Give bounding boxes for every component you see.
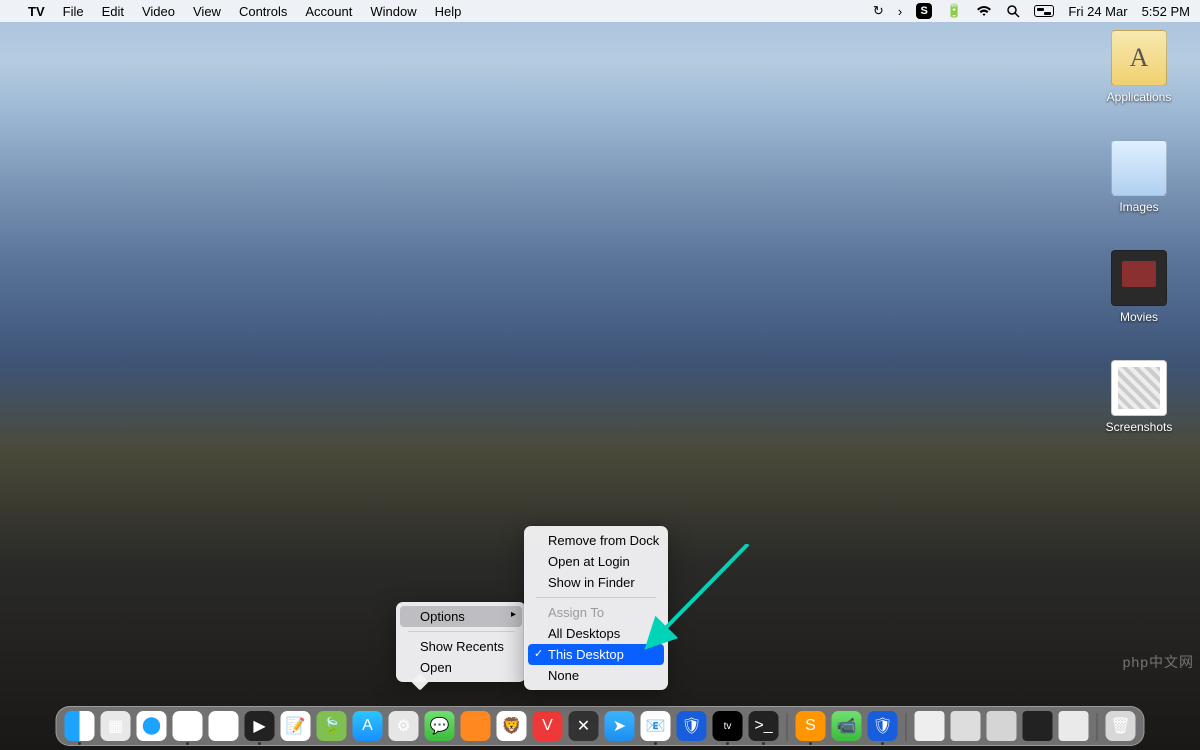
battery-icon[interactable]: 🔋 bbox=[946, 3, 962, 19]
ctx-heading-assign-to: Assign To bbox=[528, 602, 664, 623]
dock-messages[interactable]: 💬 bbox=[425, 711, 455, 741]
dock: ▦✉︎☰▶📝🍃A⚙︎💬🦁V✕➤📧🛡︎tv>_S📹🛡︎🗑︎ bbox=[56, 706, 1145, 746]
dock-reminders[interactable]: ☰ bbox=[209, 711, 239, 741]
dock-notes[interactable]: 📝 bbox=[281, 711, 311, 741]
dock-separator bbox=[787, 713, 788, 741]
dock-shield[interactable]: 🛡︎ bbox=[868, 711, 898, 741]
folder-icon bbox=[1111, 140, 1167, 196]
dock-context-menu: Options Show Recents Open bbox=[396, 602, 526, 682]
dock-appstore[interactable]: A bbox=[353, 711, 383, 741]
ctx-item-remove-from-dock[interactable]: Remove from Dock bbox=[528, 530, 664, 551]
dock-settings[interactable]: ⚙︎ bbox=[389, 711, 419, 741]
menu-account[interactable]: Account bbox=[305, 4, 352, 19]
menubar: TV File Edit Video View Controls Account… bbox=[0, 0, 1200, 22]
ctx-item-this-desktop[interactable]: This Desktop bbox=[528, 644, 664, 665]
dock-recent-4[interactable] bbox=[1023, 711, 1053, 741]
menu-help[interactable]: Help bbox=[435, 4, 462, 19]
dock-safari[interactable] bbox=[137, 711, 167, 741]
dock-tools[interactable]: ✕ bbox=[569, 711, 599, 741]
icon-label: Screenshots bbox=[1106, 420, 1173, 434]
dock-recent-1[interactable] bbox=[915, 711, 945, 741]
ctx-item-all-desktops[interactable]: All Desktops bbox=[528, 623, 664, 644]
desktop-icon-applications[interactable]: Applications bbox=[1107, 30, 1172, 104]
dock-brave[interactable]: 🦁 bbox=[497, 711, 527, 741]
spotlight-icon[interactable] bbox=[1006, 4, 1020, 18]
folder-icon bbox=[1111, 250, 1167, 306]
dock-recent-5[interactable] bbox=[1059, 711, 1089, 741]
desktop-icon-movies[interactable]: Movies bbox=[1111, 250, 1167, 324]
ctx-item-none[interactable]: None bbox=[528, 665, 664, 686]
watermark: php中文网 bbox=[1123, 652, 1194, 672]
ctx-item-open-at-login[interactable]: Open at Login bbox=[528, 551, 664, 572]
desktop-icon-screenshots[interactable]: Screenshots bbox=[1106, 360, 1173, 434]
ctx-item-show-in-finder[interactable]: Show in Finder bbox=[528, 572, 664, 593]
menu-edit[interactable]: Edit bbox=[102, 4, 124, 19]
app-s-icon[interactable]: S bbox=[916, 3, 932, 19]
ctx-item-options[interactable]: Options bbox=[400, 606, 522, 627]
menu-file[interactable]: File bbox=[63, 4, 84, 19]
folder-icon bbox=[1111, 360, 1167, 416]
dock-finder[interactable] bbox=[65, 711, 95, 741]
dock-sublime[interactable]: S bbox=[796, 711, 826, 741]
timemachine-icon[interactable]: ↻ bbox=[873, 3, 884, 19]
dock-separator bbox=[1097, 713, 1098, 741]
dock-telegram[interactable]: ➤ bbox=[605, 711, 635, 741]
desktop-icon-images[interactable]: Images bbox=[1111, 140, 1167, 214]
folder-icon bbox=[1111, 30, 1167, 86]
dock-recent-2[interactable] bbox=[951, 711, 981, 741]
dock-trash[interactable]: 🗑︎ bbox=[1106, 711, 1136, 741]
dock-firefox[interactable] bbox=[461, 711, 491, 741]
menu-video[interactable]: Video bbox=[142, 4, 175, 19]
icon-label: Movies bbox=[1120, 310, 1158, 324]
menu-view[interactable]: View bbox=[193, 4, 221, 19]
dock-terminal[interactable]: >_ bbox=[749, 711, 779, 741]
icon-label: Images bbox=[1119, 200, 1158, 214]
wifi-icon[interactable] bbox=[976, 5, 992, 17]
control-center-icon[interactable] bbox=[1034, 5, 1054, 17]
dock-recent-3[interactable] bbox=[987, 711, 1017, 741]
dock-iina[interactable]: ▶ bbox=[245, 711, 275, 741]
menubar-date[interactable]: Fri 24 Mar bbox=[1068, 4, 1127, 19]
dock-separator bbox=[906, 713, 907, 741]
dock-mail[interactable]: ✉︎ bbox=[173, 711, 203, 741]
menu-controls[interactable]: Controls bbox=[239, 4, 287, 19]
dock-launchpad[interactable]: ▦ bbox=[101, 711, 131, 741]
ctx-item-show-recents[interactable]: Show Recents bbox=[400, 636, 522, 657]
dock-vivaldi[interactable]: V bbox=[533, 711, 563, 741]
dock-bitwarden[interactable]: 🛡︎ bbox=[677, 711, 707, 741]
dock-rss[interactable]: 🍃 bbox=[317, 711, 347, 741]
dock-outlook[interactable]: 📧 bbox=[641, 711, 671, 741]
overflow-icon[interactable]: › bbox=[898, 4, 902, 19]
dock-facetime[interactable]: 📹 bbox=[832, 711, 862, 741]
menu-window[interactable]: Window bbox=[370, 4, 416, 19]
dock-appletv[interactable]: tv bbox=[713, 711, 743, 741]
menubar-time[interactable]: 5:52 PM bbox=[1142, 4, 1190, 19]
icon-label: Applications bbox=[1107, 90, 1172, 104]
ctx-separator bbox=[536, 597, 656, 598]
desktop-icons: Applications Images Movies Screenshots bbox=[1094, 30, 1184, 434]
dock-options-submenu: Remove from Dock Open at Login Show in F… bbox=[524, 526, 668, 690]
ctx-separator bbox=[408, 631, 514, 632]
app-menu[interactable]: TV bbox=[28, 4, 45, 19]
